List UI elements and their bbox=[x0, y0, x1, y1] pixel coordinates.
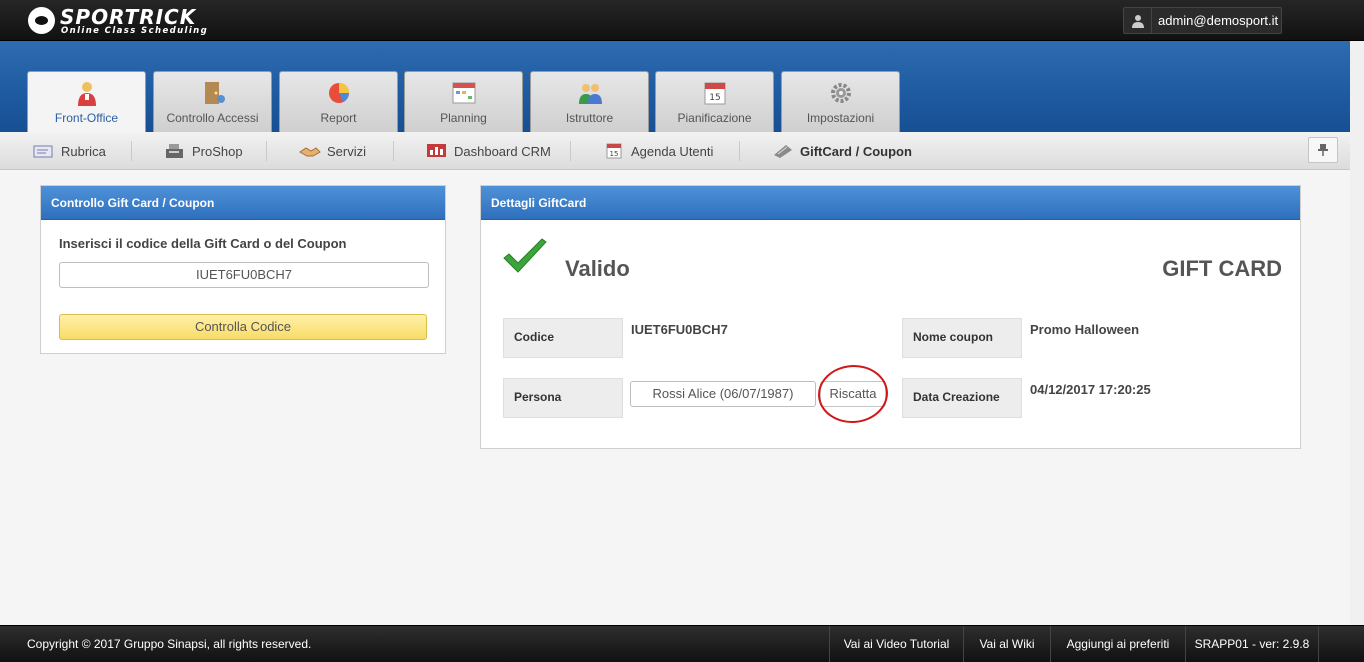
status-text: Valido bbox=[565, 256, 630, 281]
user-email: admin@demosport.it bbox=[1158, 13, 1279, 28]
creation-date-value: 04/12/2017 17:20:25 bbox=[1030, 382, 1151, 397]
footer: Copyright © 2017 Gruppo Sinapsi, all rig… bbox=[0, 625, 1364, 662]
subnav-divider bbox=[266, 141, 267, 161]
giftcard-details-panel: Dettagli GiftCard Valido GIFT CARD Codic… bbox=[480, 185, 1301, 449]
dashboard-chart-icon bbox=[427, 144, 446, 157]
subnav-label: ProShop bbox=[192, 143, 243, 159]
calendar-grid-icon bbox=[452, 82, 475, 104]
copyright-text: Copyright © 2017 Gruppo Sinapsi, all rig… bbox=[27, 637, 312, 651]
tab-report[interactable]: Report bbox=[279, 71, 398, 132]
agenda-calendar-icon: 15 bbox=[606, 143, 622, 159]
pie-chart-icon bbox=[328, 83, 349, 103]
subnav-dashboard-crm[interactable]: Dashboard CRM bbox=[426, 142, 551, 160]
giftcard-icon bbox=[774, 145, 792, 158]
subnav-divider bbox=[393, 141, 394, 161]
svg-text:15: 15 bbox=[610, 150, 619, 158]
cash-register-icon bbox=[166, 144, 183, 158]
sub-nav: Rubrica ProShop Servizi Dashboard CRM 15… bbox=[0, 132, 1350, 170]
panel-title: Dettagli GiftCard bbox=[481, 186, 1300, 220]
page-scrollbar[interactable] bbox=[1350, 41, 1364, 625]
subnav-label: GiftCard / Coupon bbox=[800, 143, 912, 159]
highlight-circle bbox=[816, 362, 890, 426]
creation-date-label: Data Creazione bbox=[902, 378, 1022, 418]
tab-label: Pianificazione bbox=[677, 111, 752, 125]
check-code-button[interactable]: Controlla Codice bbox=[59, 314, 427, 340]
svg-text:15: 15 bbox=[709, 93, 720, 103]
logo-subtitle: Online Class Scheduling bbox=[61, 26, 209, 36]
subnav-label: Rubrica bbox=[61, 143, 106, 159]
tab-planning[interactable]: Planning bbox=[404, 71, 523, 132]
subnav-divider bbox=[570, 141, 571, 161]
code-input[interactable]: IUET6FU0BCH7 bbox=[59, 262, 429, 288]
tab-controllo-accessi[interactable]: Controllo Accessi bbox=[153, 71, 272, 132]
user-menu[interactable]: admin@demosport.it bbox=[1123, 7, 1282, 34]
subnav-label: Agenda Utenti bbox=[631, 143, 714, 159]
address-book-icon bbox=[33, 145, 53, 158]
code-label: Codice bbox=[503, 318, 623, 358]
main-nav: Front-Office Controllo Accessi Report Pl… bbox=[0, 41, 1350, 133]
person-label: Persona bbox=[503, 378, 623, 418]
subnav-divider bbox=[739, 141, 740, 161]
tab-pianificazione[interactable]: 15 Pianificazione bbox=[655, 71, 774, 132]
subnav-label: Servizi bbox=[327, 143, 367, 159]
add-favorites-link[interactable]: Aggiungi ai preferiti bbox=[1050, 626, 1185, 662]
top-bar: SPORTRICK Online Class Scheduling admin@… bbox=[0, 0, 1364, 41]
card-type: GIFT CARD bbox=[1162, 256, 1282, 281]
pin-button[interactable] bbox=[1308, 137, 1338, 163]
tab-label: Controllo Accessi bbox=[166, 111, 259, 125]
tab-label: Impostazioni bbox=[806, 111, 875, 125]
instructors-group-icon bbox=[578, 84, 602, 104]
valid-check-icon bbox=[503, 238, 547, 273]
video-tutorial-link[interactable]: Vai ai Video Tutorial bbox=[829, 626, 963, 662]
code-value: IUET6FU0BCH7 bbox=[631, 322, 728, 337]
version-info: SRAPP01 - ver: 2.9.8 bbox=[1185, 626, 1319, 662]
front-office-person-icon bbox=[77, 82, 96, 106]
subnav-divider bbox=[131, 141, 132, 161]
subnav-agenda-utenti[interactable]: 15 Agenda Utenti bbox=[603, 142, 713, 160]
door-access-icon bbox=[204, 82, 225, 104]
calendar-15-icon: 15 bbox=[704, 82, 725, 105]
wiki-link[interactable]: Vai al Wiki bbox=[963, 626, 1050, 662]
tab-impostazioni[interactable]: Impostazioni bbox=[781, 71, 900, 132]
logo-mark-icon bbox=[28, 7, 55, 34]
coupon-name-label: Nome coupon bbox=[902, 318, 1022, 358]
subnav-giftcard-coupon[interactable]: GiftCard / Coupon bbox=[772, 142, 912, 160]
tab-label: Report bbox=[320, 111, 357, 125]
person-field[interactable]: Rossi Alice (06/07/1987) bbox=[630, 381, 816, 407]
tab-front-office[interactable]: Front-Office bbox=[27, 71, 146, 133]
tab-label: Istruttore bbox=[565, 111, 614, 125]
user-icon bbox=[1124, 8, 1152, 33]
tab-label: Front-Office bbox=[54, 111, 119, 125]
handshake-icon bbox=[299, 147, 321, 157]
subnav-rubrica[interactable]: Rubrica bbox=[33, 142, 106, 160]
gear-icon bbox=[830, 83, 851, 103]
pin-icon bbox=[1318, 144, 1328, 156]
subnav-proshop[interactable]: ProShop bbox=[164, 142, 243, 160]
subnav-servizi[interactable]: Servizi bbox=[299, 142, 366, 160]
tab-label: Planning bbox=[440, 111, 487, 125]
subnav-label: Dashboard CRM bbox=[454, 143, 551, 159]
coupon-name-value: Promo Halloween bbox=[1030, 322, 1140, 337]
code-prompt-label: Inserisci il codice della Gift Card o de… bbox=[59, 236, 347, 251]
giftcard-check-panel: Controllo Gift Card / Coupon Inserisci i… bbox=[40, 185, 446, 354]
tab-istruttore[interactable]: Istruttore bbox=[530, 71, 649, 132]
panel-title: Controllo Gift Card / Coupon bbox=[41, 186, 445, 220]
